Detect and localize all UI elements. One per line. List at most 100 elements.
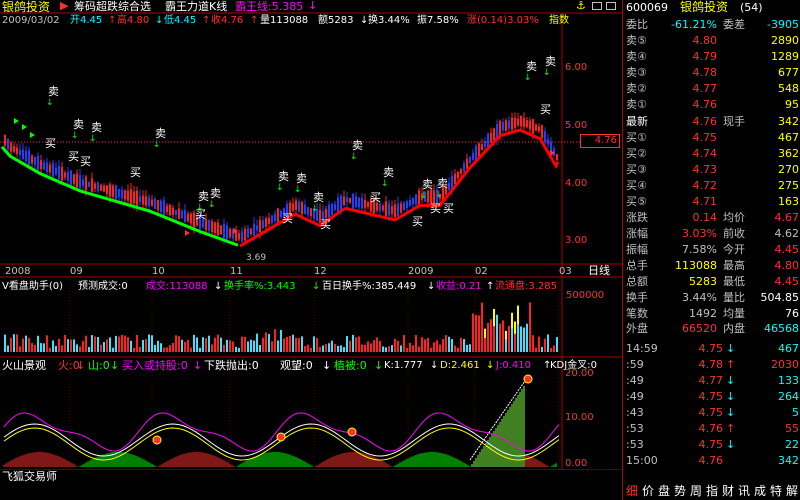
arrow-down-icon: ↓ [322,359,332,372]
play-arrow-icon[interactable]: ▶ [60,0,68,12]
buy-level-volume: 270 [778,163,799,176]
bottom-tab[interactable]: 价 [640,484,656,499]
arrow-down-icon: ↓ [110,359,120,372]
volume-bar [496,314,498,352]
stat-label: 总手 [626,259,648,272]
candle-body [301,202,303,214]
period-tab[interactable]: 日线 [588,265,610,277]
bottom-tab[interactable]: 特 [768,484,784,499]
candle-body [526,120,528,128]
volume-bar [508,325,510,352]
volume-bar [289,336,291,352]
volume-label: 量113088 [260,15,309,26]
sell-signal-label: 卖 [526,60,537,73]
candle-body [361,197,363,209]
volume-bar [16,334,18,352]
stat-value: 4.67 [774,211,800,224]
bottom-tab[interactable]: 成 [752,484,768,499]
candle-body [124,190,126,200]
candle-body [133,191,135,204]
volume-bar [169,345,171,352]
volume-bar [46,335,48,352]
volume-bar [193,334,195,352]
volume-bar [286,336,288,352]
candle-body [304,204,306,215]
volume-bar [238,347,240,352]
bottom-tab[interactable]: 讯 [736,484,752,499]
volume-bar [253,340,255,352]
sell-arrow-icon: ↓ [276,183,284,193]
sell-level-volume: 677 [778,66,799,79]
volume-bar [418,346,420,352]
candle-body [472,152,474,161]
kline-chart-area[interactable]: 卖↓卖↓卖↓ 卖↓卖↓卖↓卖↓卖↓卖↓卖↓卖↓ 卖↓卖↓卖↓卖↓买买 买买买买买买买买… [0,0,623,500]
tick-row: 14:59 4.75 ↓ 467 [623,341,800,356]
candle-body [508,120,510,129]
volume-bar [178,336,180,352]
buy-level-row: 买③ 4.73 270 [623,162,800,178]
volume-bar [40,343,42,352]
tick-volume: 22 [785,438,799,451]
bottom-tab[interactable]: 周 [688,484,704,499]
candle-body [502,122,504,131]
index-tab[interactable]: 指数 [549,15,569,27]
stock-name-title: 银鸽投资 [2,0,51,14]
candle-body [220,225,222,235]
volume-bar [391,345,393,352]
tick-volume: 133 [778,374,799,387]
candle-body [172,207,174,215]
bottom-tab[interactable]: 细 [624,484,640,499]
triangle-icon [22,124,27,130]
buy-level-label: 买④ [626,179,647,192]
volume-bar-highlight [484,328,486,339]
volume-bar [544,338,546,352]
bottom-tab[interactable]: 财 [720,484,736,499]
inner-label: 内盘 [723,322,745,335]
window-icon-2[interactable] [606,2,616,10]
tool-label-2[interactable]: 霸王力道K线 [165,1,227,13]
candle-body [325,208,327,218]
bottom-tab[interactable]: 势 [672,484,688,499]
volume-bar [526,323,528,352]
tool-label-1[interactable]: 筹码超跌综合选 [74,1,151,13]
candle-body [271,215,273,223]
volume-bar [322,345,324,352]
buy-level-price: 4.74 [692,147,718,160]
stat-value: 4.45 [774,243,800,256]
sell-level-price: 4.77 [692,82,718,95]
bottom-tab[interactable]: 指 [704,484,720,499]
outer-value: 66520 [682,322,717,335]
volume-bar [91,335,93,352]
volume-bar [394,338,396,352]
volume-bar [34,344,36,352]
volume-bar [346,336,348,352]
stat-value: 113088 [675,259,717,272]
volume-bar [481,302,483,352]
volume-bar [295,337,297,352]
volume-bar [268,334,270,352]
bottom-tab[interactable]: 盘 [656,484,672,499]
arrow-down-icon: ↓ [427,281,436,292]
j-line [3,412,560,452]
tool-label-3[interactable]: 霸王线:5.385 [235,1,303,13]
anchor-icon[interactable]: ⚓ [576,0,586,12]
bottom-tab[interactable]: 解 [784,484,800,499]
last-label: 最新 [626,115,648,128]
candle-body [553,148,555,156]
candle-body [478,143,480,158]
volume-bar [328,343,330,352]
candle-body [397,203,399,217]
volume-bar [10,337,12,352]
window-icon[interactable] [592,2,602,10]
volume-bar [73,339,75,352]
sell-arrow-icon: ↓ [524,73,532,83]
tick-row: 15:00 4.76 342 [623,453,800,468]
candle-body [544,131,546,143]
volume-bar [28,337,30,352]
volume-bar [436,340,438,352]
candle-body [262,220,264,229]
volume-bar [388,346,390,352]
candle-body [64,172,66,178]
candle-body [385,201,387,217]
candle-body [4,134,6,146]
